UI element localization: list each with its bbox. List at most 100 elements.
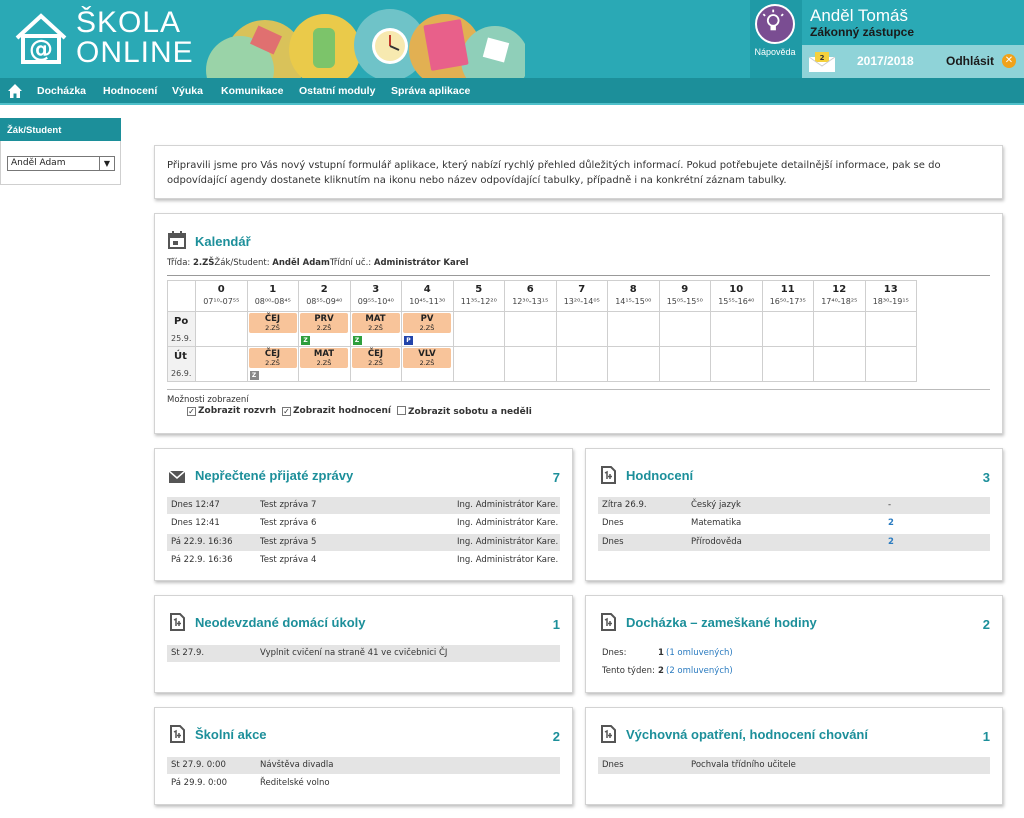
lesson-subject: ČEJ	[367, 349, 384, 359]
timetable-cell	[658, 346, 711, 382]
conduct-count[interactable]: 1	[983, 729, 990, 744]
messages-count[interactable]: 7	[553, 470, 560, 485]
table-row[interactable]: Dnes 12:47 Test zpráva 7 Ing. Administráto…	[167, 497, 560, 514]
nav-item-app-admin[interactable]: Správa aplikace	[391, 85, 470, 97]
day-cell: Po 25.9.	[167, 311, 196, 347]
lesson-block[interactable]: MAT 2.ZŠ	[351, 313, 400, 333]
excused-link[interactable]: (2 omluvených)	[666, 663, 733, 680]
table-row[interactable]: Dnes 12:41 Test zpráva 6 Ing. Administráto…	[167, 515, 560, 532]
timetable-cell	[195, 311, 248, 347]
events-count[interactable]: 2	[553, 729, 560, 744]
logo-text[interactable]: ŠKOLA ONLINE	[76, 8, 194, 68]
checkbox-checked-icon[interactable]: ✓	[187, 407, 196, 416]
table-row[interactable]: St 27.9. Vyplnit cvičení na straně 41 ve …	[167, 645, 560, 662]
homework-card: Neodevzdané domácí úkoly 1 St 27.9. Vypln…	[154, 595, 573, 693]
grades-title[interactable]: Hodnocení	[626, 468, 693, 483]
timetable-cell	[195, 346, 248, 382]
table-row[interactable]: St 27.9. 0:00 Návštěva divadla	[167, 757, 560, 774]
logout-button[interactable]: Odhlásit	[946, 54, 994, 68]
option-label: Zobrazit sobotu a neděli	[408, 407, 532, 417]
row-subject: Přírodověda	[691, 537, 742, 547]
lesson-block[interactable]: ČEJ 2.ZŠ	[248, 348, 297, 368]
timetable-cell	[555, 311, 608, 347]
header-decoration-image	[206, 9, 525, 78]
option-show-weekend[interactable]: Zobrazit sobotu a neděli	[397, 406, 532, 417]
home-icon[interactable]	[7, 83, 23, 99]
timetable-cell: ČEJ 2.ZŠ Z	[246, 346, 299, 382]
lesson-block[interactable]: VLV 2.ZŠ	[403, 348, 451, 368]
lesson-block[interactable]: ČEJ 2.ZŠ	[248, 313, 297, 333]
chevron-down-icon[interactable]: ▼	[99, 157, 114, 170]
document-icon[interactable]	[599, 725, 617, 743]
table-row[interactable]: Dnes Pochvala třídního učitele	[598, 757, 990, 774]
nav-item-teaching[interactable]: Výuka	[172, 85, 203, 97]
document-icon[interactable]	[168, 613, 186, 631]
document-icon[interactable]	[599, 466, 617, 484]
table-row[interactable]: Dnes Přírodověda 2	[598, 534, 990, 551]
row-label: Tento týden:	[602, 666, 655, 676]
row-grade[interactable]: 2	[888, 515, 894, 532]
row-sender: Ing. Administrátor Kare...	[457, 537, 558, 547]
hour-header: 8 14¹⁵-15⁰⁰	[607, 280, 660, 312]
homework-title[interactable]: Neodevzdané domácí úkoly	[195, 615, 366, 630]
lesson-block[interactable]: PV 2.ZŠ	[403, 313, 451, 333]
nav-item-attendance[interactable]: Docházka	[37, 85, 86, 97]
main-nav: Docházka Hodnocení Výuka Komunikace Osta…	[0, 78, 1024, 105]
logout-close-icon[interactable]: ✕	[1002, 54, 1016, 68]
attendance-count[interactable]: 2	[983, 617, 990, 632]
calendar-icon[interactable]	[168, 231, 186, 249]
hour-time: 11³⁵-12²⁰	[460, 297, 497, 306]
event-marker-icon[interactable]: Z	[249, 371, 259, 380]
table-row[interactable]: Zítra 26.9. Český jazyk -	[598, 497, 990, 514]
student-panel-header: Žák/Student	[0, 118, 121, 141]
nav-item-other-modules[interactable]: Ostatní moduly	[299, 85, 375, 97]
calendar-title[interactable]: Kalendář	[195, 234, 251, 249]
table-row[interactable]: Pá 22.9. 16:36 Test zpráva 5 Ing. Administ…	[167, 534, 560, 551]
table-row[interactable]: Pá 22.9. 16:36 Test zpráva 4 Ing. Administ…	[167, 552, 560, 569]
help-label[interactable]: Nápověda	[746, 47, 804, 57]
nav-item-communication[interactable]: Komunikace	[221, 85, 283, 97]
document-icon[interactable]	[168, 725, 186, 743]
event-marker-icon[interactable]: Z	[352, 336, 362, 345]
hour-number: 10	[729, 284, 744, 295]
messages-title[interactable]: Nepřečtené přijaté zprávy	[195, 468, 353, 483]
lesson-block[interactable]: PRV 2.ZŠ	[300, 313, 348, 333]
row-date: Dnes 12:41	[171, 518, 220, 528]
hour-number: 2	[320, 284, 328, 295]
homework-count[interactable]: 1	[553, 617, 560, 632]
hour-header: 4 10⁴⁵-11³⁰	[401, 280, 454, 312]
timetable-cell	[761, 311, 814, 347]
help-lightbulb-icon[interactable]	[755, 4, 795, 44]
day-date: 25.9.	[171, 334, 192, 343]
row-label: Dnes:	[602, 648, 627, 658]
lesson-block[interactable]: ČEJ 2.ZŠ	[351, 348, 400, 368]
hour-number: 1	[269, 284, 277, 295]
messages-envelope-icon[interactable]: 2	[808, 51, 836, 73]
attendance-title[interactable]: Docházka – zameškané hodiny	[626, 615, 817, 630]
conduct-title[interactable]: Výchovná opatření, hodnocení chování	[626, 727, 868, 742]
table-row[interactable]: Dnes Matematika 2	[598, 515, 990, 532]
event-marker-icon[interactable]: P	[404, 336, 413, 345]
checkbox-unchecked-icon[interactable]	[397, 406, 406, 415]
row-grade[interactable]: 2	[888, 534, 894, 551]
event-marker-icon[interactable]: Z	[301, 336, 310, 345]
events-title[interactable]: Školní akce	[195, 727, 267, 742]
lesson-block[interactable]: MAT 2.ZŠ	[300, 348, 348, 368]
document-icon[interactable]	[599, 613, 617, 631]
option-show-grades[interactable]: ✓ Zobrazit hodnocení	[282, 406, 391, 416]
option-show-timetable[interactable]: ✓ Zobrazit rozvrh	[187, 406, 276, 416]
envelope-icon[interactable]	[168, 468, 186, 486]
student-select[interactable]: Anděl Adam ▼	[7, 156, 115, 171]
school-year[interactable]: 2017/2018	[857, 54, 914, 68]
table-row[interactable]: Pá 29.9. 0:00 Ředitelské volno	[167, 775, 560, 792]
row-sender: Ing. Administrátor Kare...	[457, 500, 558, 510]
hour-number: 9	[681, 284, 689, 295]
excused-link[interactable]: (1 omluvených)	[666, 645, 733, 662]
class-label: Třída:	[167, 258, 193, 268]
nav-item-grades[interactable]: Hodnocení	[103, 85, 157, 97]
grades-count[interactable]: 3	[983, 470, 990, 485]
checkbox-checked-icon[interactable]: ✓	[282, 407, 291, 416]
timetable-cell	[761, 346, 814, 382]
day-cell: Út 26.9.	[167, 346, 196, 382]
hour-time: 17⁴⁰-18²⁵	[821, 297, 858, 306]
